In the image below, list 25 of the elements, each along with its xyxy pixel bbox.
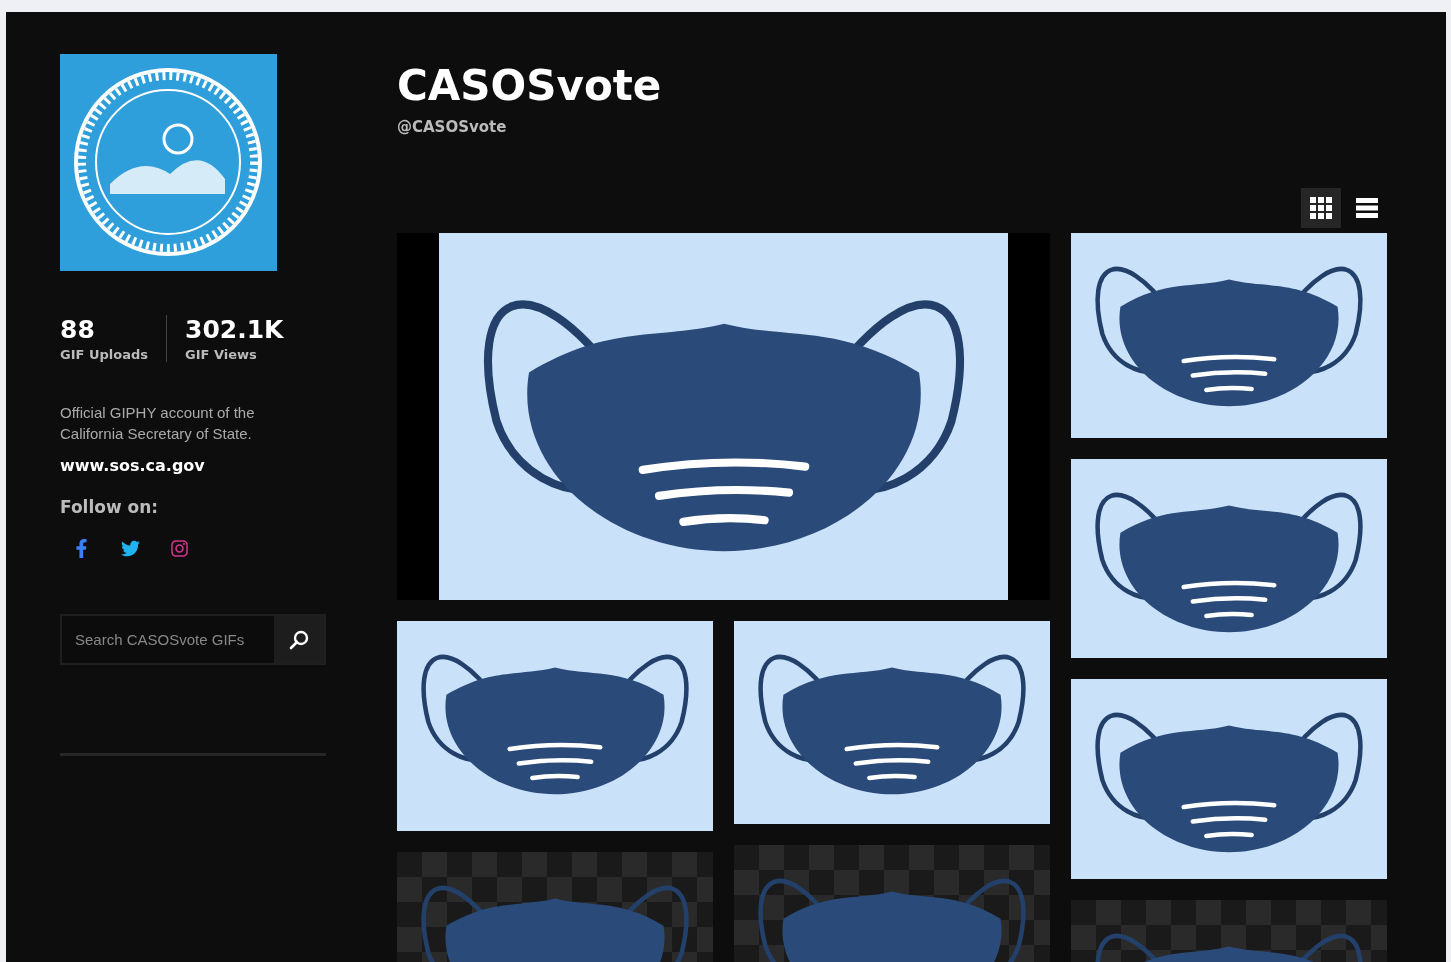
search-field[interactable]: Search CASOSvote GIFs: [60, 614, 326, 665]
grid-view-button[interactable]: [1301, 188, 1341, 228]
social-link[interactable]: [121, 539, 140, 558]
featured-gif-tile[interactable]: [397, 233, 1050, 600]
channel-title: CASOSvote: [397, 60, 663, 112]
grid-icon: [1310, 197, 1332, 219]
social-link[interactable]: [170, 539, 189, 558]
gif-tile[interactable]: [1071, 233, 1387, 438]
search-icon: [289, 629, 309, 650]
gif-tile[interactable]: [1071, 459, 1387, 658]
follow-label: Follow on:: [60, 497, 160, 517]
bio-text: Official GIPHY account of the California Secretary of State.: [60, 403, 256, 444]
stat-label: GIF Uploads: [60, 347, 148, 362]
gif-tile[interactable]: [397, 621, 713, 831]
website-link[interactable]: www.sos.ca.gov: [60, 456, 326, 475]
camera-icon: [170, 539, 189, 558]
stat-label: GIF Views: [185, 347, 258, 362]
search-button[interactable]: [274, 616, 324, 663]
gif-tile[interactable]: [1071, 679, 1387, 879]
stat-value: 302.1K: [185, 315, 284, 345]
stat-value: 88: [60, 315, 96, 345]
username: @CASOSvote: [397, 118, 508, 136]
gif-tile[interactable]: [734, 621, 1050, 824]
list-icon: [1356, 198, 1378, 218]
bird-icon: [121, 539, 140, 558]
